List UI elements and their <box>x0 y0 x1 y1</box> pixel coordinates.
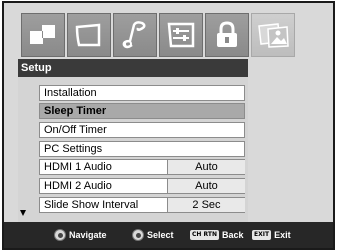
menu-title: Setup <box>18 59 248 77</box>
menu-item-value[interactable]: Auto <box>167 179 245 193</box>
menu-item-slide-show-interval[interactable]: Slide Show Interval 2 Sec <box>39 197 245 213</box>
navigate-label: Navigate <box>69 230 107 240</box>
scroll-down-arrow-icon <box>20 210 26 216</box>
nav-hint-select: Select <box>132 222 174 248</box>
menu-item-installation[interactable]: Installation <box>39 85 245 101</box>
dpad-icon <box>54 229 66 241</box>
picture-icon <box>30 25 55 44</box>
tab-lock[interactable] <box>205 13 249 57</box>
menu-item-label: HDMI 1 Audio <box>44 161 112 173</box>
menu-item-label: Sleep Timer <box>44 105 107 117</box>
menu-item-value[interactable]: 2 Sec <box>167 198 245 212</box>
menu-item-label: PC Settings <box>44 143 103 155</box>
menu-tab-strip <box>21 13 295 57</box>
menu-item-on-off-timer[interactable]: On/Off Timer <box>39 122 245 138</box>
menu-item-sleep-timer[interactable]: Sleep Timer <box>39 103 245 119</box>
nav-hint-back: CH RTN Back <box>190 222 244 248</box>
menu-item-hdmi2-audio[interactable]: HDMI 2 Audio Auto <box>39 178 245 194</box>
menu-item-label: On/Off Timer <box>44 124 107 136</box>
lock-icon <box>217 21 237 47</box>
tab-screen[interactable] <box>67 13 111 57</box>
menu-item-hdmi1-audio[interactable]: HDMI 1 Audio Auto <box>39 159 245 175</box>
setup-menu-panel: Setup Installation Sleep Timer On/Off Ti… <box>18 59 248 222</box>
screen-icon <box>75 23 101 47</box>
tab-picture[interactable] <box>21 13 65 57</box>
back-label: Back <box>221 230 244 240</box>
menu-item-label: Installation <box>44 87 97 99</box>
select-label: Select <box>147 230 174 240</box>
photo-viewer-icon <box>258 23 289 48</box>
ch-rtn-key-icon: CH RTN <box>190 230 219 240</box>
tab-photo[interactable] <box>251 13 295 57</box>
menu-item-value[interactable]: Auto <box>167 160 245 174</box>
tv-menu-screen: Setup Installation Sleep Timer On/Off Ti… <box>2 1 335 250</box>
tab-setup[interactable] <box>159 13 203 57</box>
nav-hint-navigate: Navigate <box>54 222 107 248</box>
menu-item-label: Slide Show Interval <box>44 199 139 211</box>
nav-hint-exit: EXIT Exit <box>252 222 291 248</box>
music-note-icon <box>122 21 146 49</box>
exit-key-icon: EXIT <box>252 230 272 240</box>
exit-label: Exit <box>274 230 291 240</box>
enter-button-icon <box>132 229 144 241</box>
setup-sliders-icon <box>167 22 195 48</box>
menu-item-label: HDMI 2 Audio <box>44 180 112 192</box>
menu-item-pc-settings[interactable]: PC Settings <box>39 141 245 157</box>
tab-audio[interactable] <box>113 13 157 57</box>
navigation-hint-bar: Navigate Select CH RTN Back EXIT Exit <box>4 222 333 248</box>
